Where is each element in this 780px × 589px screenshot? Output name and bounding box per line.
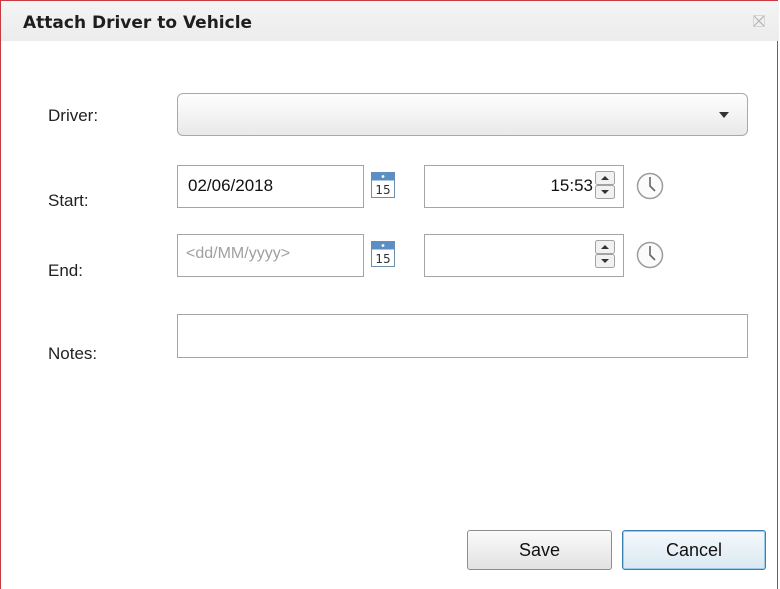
notes-label: Notes:	[48, 344, 98, 363]
dialog-title: Attach Driver to Vehicle	[23, 13, 253, 33]
end-date-input[interactable]: <dd/MM/yyyy>	[177, 234, 364, 277]
start-time-spinner[interactable]	[595, 171, 615, 199]
clock-icon[interactable]	[635, 240, 665, 270]
save-button[interactable]: Save	[467, 530, 612, 570]
end-label: End:	[48, 261, 83, 280]
close-icon[interactable]	[753, 15, 765, 27]
start-label: Start:	[48, 191, 89, 210]
chevron-down-icon[interactable]	[719, 112, 729, 118]
calendar-icon[interactable]: 15	[371, 172, 395, 198]
cancel-button[interactable]: Cancel	[622, 530, 766, 570]
end-time-spinner[interactable]	[595, 240, 615, 268]
calendar-day-text: 15	[375, 183, 390, 197]
clock-icon[interactable]	[635, 171, 665, 201]
end-time-input[interactable]	[424, 234, 624, 277]
start-date-input[interactable]: 02/06/2018	[177, 165, 364, 208]
title-bar: Attach Driver to Vehicle	[1, 1, 779, 41]
start-time-input[interactable]: 15:53	[424, 165, 624, 208]
attach-driver-dialog: Attach Driver to Vehicle Driver: Start: …	[0, 0, 779, 589]
driver-dropdown[interactable]	[177, 93, 748, 136]
notes-input[interactable]	[177, 314, 748, 358]
driver-label: Driver:	[48, 106, 99, 125]
calendar-day-text: 15	[375, 252, 390, 266]
calendar-icon[interactable]: 15	[371, 241, 395, 267]
